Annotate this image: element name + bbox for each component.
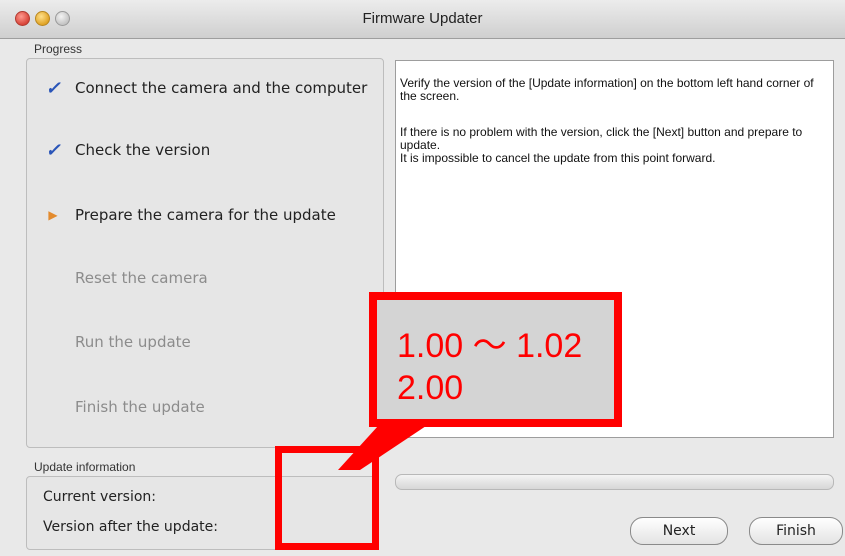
instructions-warning: It is impossible to cancel the update fr… — [400, 151, 716, 165]
update-info-label: Update information — [34, 460, 136, 474]
progress-panel: ✓ Connect the camera and the computer ✓ … — [26, 58, 384, 448]
step-prepare: ▶ Prepare the camera for the update — [27, 200, 383, 230]
current-version-label: Current version: — [43, 489, 157, 505]
callout-version-range: 1.00 〜 1.02 — [397, 327, 583, 365]
window-title: Firmware Updater — [362, 10, 483, 27]
title-bar: Firmware Updater — [0, 0, 845, 39]
instructions-paragraph: Verify the version of the [Update inform… — [400, 76, 814, 103]
callout-new-version: 2.00 — [397, 369, 464, 407]
progress-label: Progress — [34, 42, 83, 56]
step-run: Run the update — [27, 327, 383, 357]
checkmark-icon: ✓ — [45, 78, 61, 98]
step-label: Run the update — [75, 333, 191, 351]
step-finish: Finish the update — [27, 392, 383, 422]
version-highlight-box — [275, 446, 379, 550]
checkmark-icon: ✓ — [45, 140, 61, 160]
instructions-paragraph: If there is no problem with the version,… — [400, 125, 803, 152]
after-version-label: Version after the update: — [43, 519, 218, 535]
step-label: Connect the camera and the computer — [75, 79, 368, 97]
step-reset: Reset the camera — [27, 263, 383, 293]
step-label: Reset the camera — [75, 269, 208, 287]
step-connect: ✓ Connect the camera and the computer — [27, 73, 383, 103]
step-check-version: ✓ Check the version — [27, 135, 383, 165]
version-callout: 1.00 〜 1.02 2.00 — [369, 292, 622, 427]
next-button[interactable]: Next — [630, 517, 728, 545]
step-label: Check the version — [75, 141, 211, 159]
step-label: Prepare the camera for the update — [75, 206, 336, 224]
arrow-right-icon: ▶ — [48, 208, 58, 222]
step-label: Finish the update — [75, 398, 205, 416]
update-progress-bar — [395, 474, 834, 490]
finish-button[interactable]: Finish — [749, 517, 843, 545]
